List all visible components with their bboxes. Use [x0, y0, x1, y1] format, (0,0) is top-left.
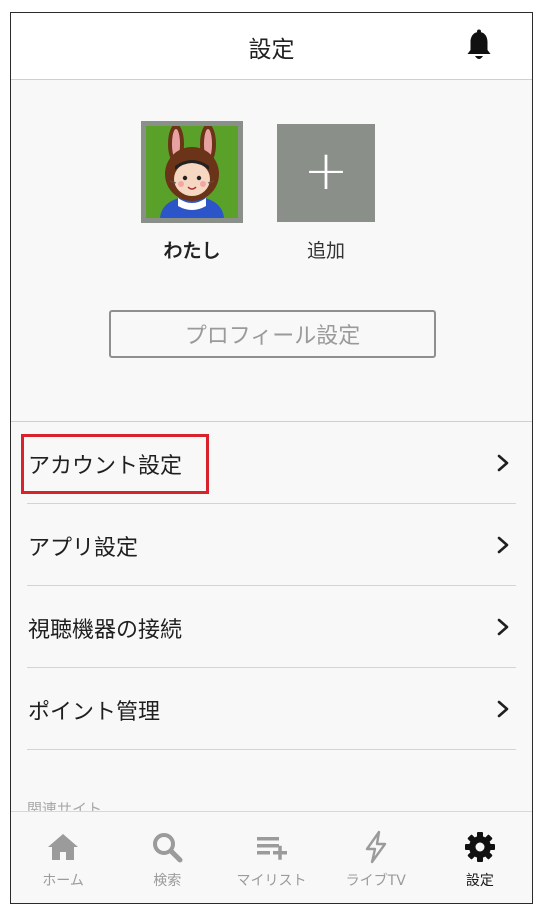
search-icon: [153, 833, 183, 863]
profile-avatar-me[interactable]: [141, 121, 243, 223]
nav-live-tv[interactable]: ライブTV: [324, 812, 428, 903]
add-profile-label: 追加: [306, 240, 345, 262]
chevron-right-icon: [497, 536, 509, 554]
nav-label: ライブTV: [345, 873, 406, 889]
nav-mylist[interactable]: マイリスト: [219, 812, 323, 903]
menu-item-label: アプリ設定: [28, 536, 139, 561]
menu-item-point-management[interactable]: ポイント管理: [11, 668, 532, 750]
lightning-icon: [365, 830, 386, 864]
menu-item-device-connection[interactable]: 視聴機器の接続: [11, 586, 532, 668]
menu-item-label: ポイント管理: [28, 700, 161, 725]
chevron-right-icon: [497, 618, 509, 636]
bunny-hood-avatar: [146, 126, 238, 218]
page-title: 設定: [248, 37, 295, 63]
menu-item-app-settings[interactable]: アプリ設定: [11, 504, 532, 586]
profile-settings-button[interactable]: プロフィール設定: [109, 310, 436, 358]
header: 設定: [11, 13, 532, 80]
home-icon: [48, 834, 79, 860]
add-profile-button[interactable]: +: [277, 124, 375, 222]
bottom-nav: ホーム 検索 マイリスト ライブTV 設定: [11, 811, 532, 903]
nav-label: ホーム: [42, 873, 84, 889]
gear-icon: [464, 832, 495, 862]
nav-label: マイリスト: [236, 873, 307, 889]
menu-item-account-settings[interactable]: アカウント設定: [11, 422, 532, 504]
plus-icon: +: [303, 139, 349, 202]
nav-settings[interactable]: 設定: [428, 812, 532, 903]
app-frame: 設定 + わたし 追加 プロフィール設定 アカウント設定 アプリ設定 視聴機器の…: [10, 12, 533, 904]
mylist-add-icon: [256, 837, 287, 860]
bell-icon[interactable]: [465, 29, 493, 63]
nav-search[interactable]: 検索: [115, 812, 219, 903]
chevron-right-icon: [497, 454, 509, 472]
chevron-right-icon: [497, 700, 509, 718]
nav-label: 検索: [153, 873, 182, 889]
menu-item-label: 視聴機器の接続: [28, 618, 183, 643]
profile-name: わたし: [163, 240, 221, 262]
nav-label: 設定: [465, 873, 494, 889]
nav-home[interactable]: ホーム: [11, 812, 115, 903]
profile-area: + わたし 追加 プロフィール設定: [11, 81, 532, 421]
settings-menu: アカウント設定 アプリ設定 視聴機器の接続 ポイント管理: [11, 422, 532, 750]
menu-item-label: アカウント設定: [28, 454, 183, 479]
